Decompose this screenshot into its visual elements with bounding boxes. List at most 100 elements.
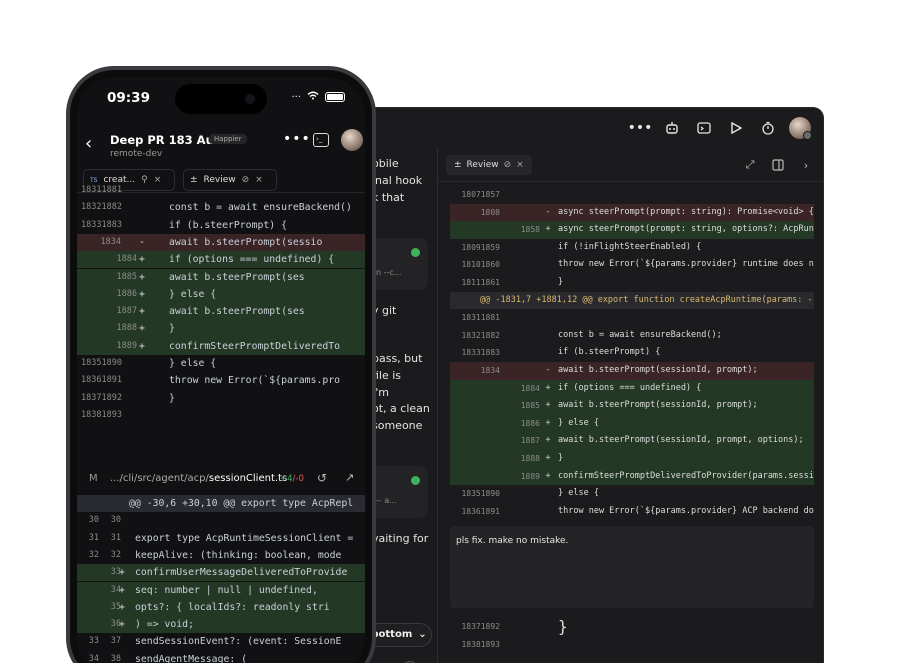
- diff-row[interactable]: 1885 + await b.steerPrompt(sessionId, prom…: [450, 397, 814, 415]
- play-icon[interactable]: [725, 117, 747, 139]
- expand-icon[interactable]: ⤢: [742, 157, 758, 173]
- terminal-icon[interactable]: ›_: [313, 133, 329, 147]
- code-text: }: [169, 323, 175, 335]
- diff-row[interactable]: 18351890} else {: [450, 485, 814, 503]
- diff-row[interactable]: 34 + seq: number | null | undefined,: [77, 581, 365, 599]
- code-text: const b = await ensureBackend();: [558, 329, 722, 340]
- diff-row[interactable]: 18381893: [77, 407, 365, 424]
- diff-row[interactable]: 1808 - async steerPrompt(prompt: string): …: [450, 203, 814, 222]
- diff-sign: +: [545, 435, 551, 446]
- session-badge: Happier: [209, 134, 247, 144]
- tab-review[interactable]: ± Review ⊘ ×: [446, 155, 532, 175]
- more-icon[interactable]: •••: [283, 131, 311, 147]
- file-change-count: +4/-0: [280, 474, 304, 484]
- code-text: if (!inFlightSteerEnabled) {: [558, 241, 702, 252]
- chevron-right-icon[interactable]: ›: [798, 157, 814, 173]
- diff-sign: +: [119, 567, 125, 579]
- diff-row[interactable]: 1885 + await b.steerPrompt(ses: [77, 268, 365, 286]
- diff-row[interactable]: 1888 +}: [450, 450, 814, 468]
- diff-row[interactable]: 1834 - await b.steerPrompt(sessionId, prom…: [450, 362, 814, 380]
- diff-row[interactable]: 18321882 const b = await ensureBackend(): [77, 199, 365, 216]
- diff-row[interactable]: 18331883 if (b.steerPrompt) {: [450, 344, 814, 362]
- phone-frame: 09:39 ··· ‹ Deep PR 183 Audit Happier re…: [66, 66, 376, 663]
- diff-row[interactable]: 18311881: [450, 309, 814, 327]
- diff-row[interactable]: 34 38 sendAgentMessage: (: [77, 651, 365, 663]
- diff-row[interactable]: 18331883 if (b.steerPrompt) {: [77, 217, 365, 234]
- diff-row[interactable]: 18361891 throw new Error(`${params.provid…: [450, 503, 814, 521]
- code-text: if (options === undefined) {: [169, 254, 335, 266]
- code-text: @@ -1831,7 +1881,12 @@ export function c…: [480, 294, 813, 305]
- user-avatar[interactable]: [341, 129, 363, 151]
- new-line-number: 1858: [520, 225, 540, 235]
- timer-icon[interactable]: [757, 117, 779, 139]
- diff-row[interactable]: 31 31 export type AcpRuntimeSessionClient …: [77, 530, 365, 547]
- terminal-icon[interactable]: [693, 117, 715, 139]
- user-avatar[interactable]: [789, 117, 812, 140]
- diff-row[interactable]: 1858 + async steerPrompt(prompt: string, o…: [450, 221, 814, 239]
- old-line-number: 18331883: [81, 219, 122, 230]
- diff-row[interactable]: 1887 + await b.steerPrompt(ses: [77, 303, 365, 321]
- old-line-number: 18351890: [81, 358, 122, 368]
- back-icon[interactable]: ‹: [85, 133, 92, 154]
- close-icon[interactable]: ×: [516, 160, 524, 170]
- diff-row[interactable]: 18101860 throw new Error(`${params.provid…: [450, 256, 814, 274]
- chat-text: ot, a clean: [372, 402, 430, 415]
- code-text: if (b.steerPrompt) {: [169, 219, 287, 231]
- diff-row[interactable]: 1886 +} else {: [450, 414, 814, 433]
- diff-row[interactable]: 33 37 sendSessionEvent?: (event: SessionE: [77, 633, 365, 650]
- phone-diff-lines: 18311881 18321882 const b = await ensureBa…: [77, 185, 365, 663]
- tool-call-card[interactable]: -- a...: [370, 466, 428, 518]
- old-line-number: 1834: [480, 366, 500, 375]
- split-view-icon[interactable]: [770, 157, 786, 173]
- diff-row[interactable]: 18351890} else {: [77, 355, 365, 372]
- code-text: ) => void;: [135, 619, 194, 631]
- diff-row[interactable]: 30 30: [77, 512, 365, 529]
- unpin-icon[interactable]: ⊘: [504, 160, 512, 170]
- new-line-number: 1885: [116, 271, 137, 282]
- new-line-number: 1889: [116, 340, 137, 351]
- diff-sign: -: [545, 206, 551, 217]
- new-line-number: 30: [110, 515, 121, 526]
- hunk-header[interactable]: @@ -30,6 +30,10 @@ export type AcpRepl: [77, 495, 365, 513]
- diff-row[interactable]: 32 32 keepAlive: (thinking: boolean, mode: [77, 547, 365, 564]
- diff-row[interactable]: 36 + ) => void;: [77, 616, 365, 634]
- chat-text: someone: [372, 419, 423, 432]
- tool-call-card[interactable]: n --c...: [370, 238, 428, 290]
- diff-row[interactable]: 18111861}: [450, 274, 814, 292]
- diff-row[interactable]: 18381893: [450, 636, 814, 654]
- dynamic-island: [175, 84, 267, 114]
- diff-row[interactable]: 33 + confirmUserMessageDeliveredToProvide: [77, 564, 365, 582]
- diff-row[interactable]: 1889 + confirmSteerPromptDeliveredTo: [77, 337, 365, 355]
- old-line-number: 18111861: [461, 278, 500, 287]
- diff-sign: +: [139, 288, 145, 300]
- history-icon[interactable]: ↺: [317, 471, 327, 485]
- diff-row[interactable]: 18361891 throw new Error(`${params.pro: [77, 372, 365, 389]
- diff-row[interactable]: 18321882 const b = await ensureBackend();: [450, 327, 814, 345]
- review-icon: ±: [454, 160, 462, 170]
- diff-row[interactable]: 18311881: [77, 182, 365, 199]
- more-icon[interactable]: •••: [628, 117, 653, 139]
- hunk-header[interactable]: @@ -1831,7 +1881,12 @@ export function c…: [450, 291, 814, 310]
- old-line-number: 18091859: [461, 242, 500, 252]
- diff-row[interactable]: 18071857: [450, 186, 814, 204]
- diff-row[interactable]: 1888 +}: [77, 320, 365, 338]
- diff-sign: -: [545, 365, 551, 375]
- diff-row[interactable]: 1884 + if (options === undefined) {: [77, 251, 365, 269]
- file-path[interactable]: .../cli/src/agent/acp/sessionClient.ts: [110, 473, 287, 484]
- comment-input[interactable]: pls fix. make no mistake.: [450, 526, 814, 608]
- diff-row[interactable]: 18371892}: [77, 390, 365, 407]
- diff-row[interactable]: 1884 + if (options === undefined) {: [450, 379, 814, 398]
- robot-icon[interactable]: [661, 117, 683, 139]
- diff-sign: +: [139, 323, 145, 335]
- diff-sign: -: [139, 236, 145, 248]
- diff-row[interactable]: 1886 +} else {: [77, 285, 365, 304]
- diff-row[interactable]: 18091859 if (!inFlightSteerEnabled) {: [450, 239, 814, 257]
- diff-row[interactable]: 1887 + await b.steerPrompt(sessionId, prom…: [450, 432, 814, 450]
- diff-row[interactable]: 18371892}: [450, 618, 814, 636]
- external-link-icon[interactable]: ↗: [345, 471, 354, 484]
- diff-row[interactable]: 35 + opts?: { localIds?: readonly stri: [77, 598, 365, 617]
- session-subtitle: remote-dev: [110, 149, 163, 159]
- diff-row[interactable]: 1834 - await b.steerPrompt(sessio: [77, 233, 365, 252]
- success-icon: [411, 248, 420, 257]
- diff-row[interactable]: 1889 + confirmSteerPromptDeliveredToProvid…: [450, 467, 814, 486]
